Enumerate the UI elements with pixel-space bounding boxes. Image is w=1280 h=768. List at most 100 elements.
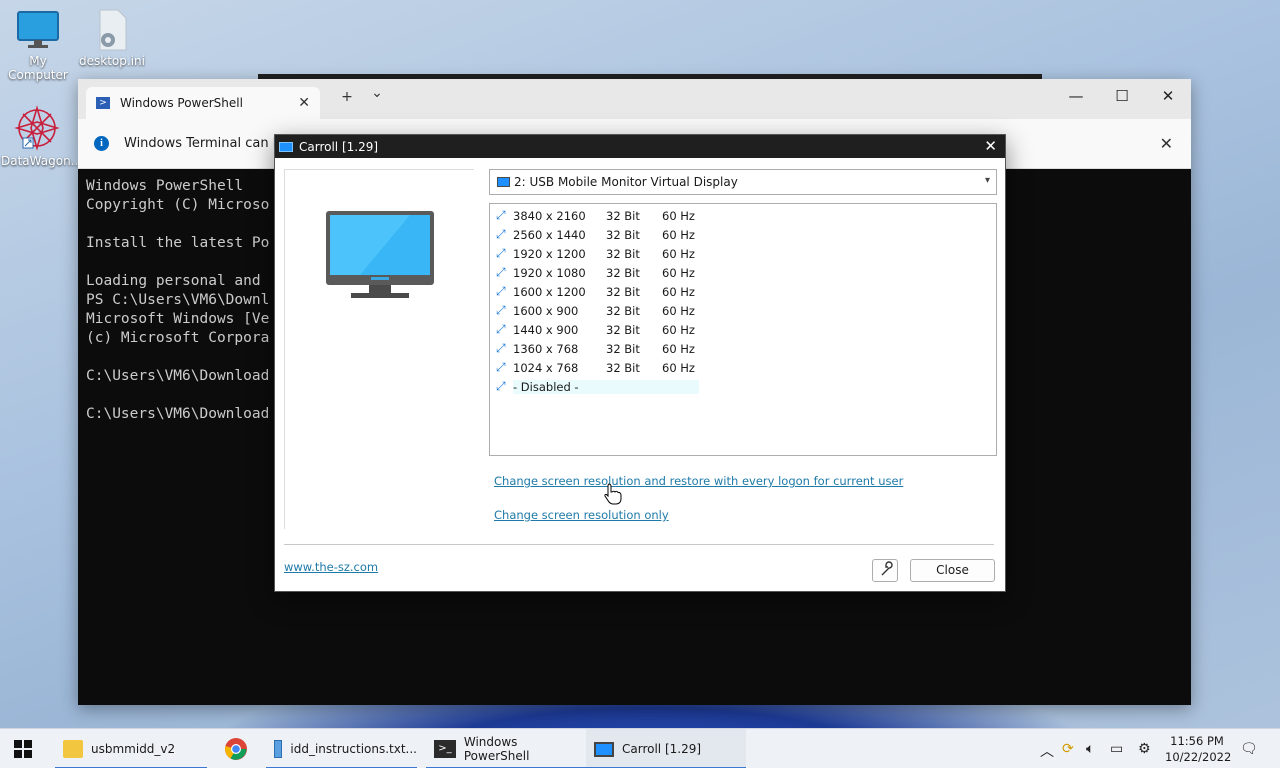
network-icon[interactable]: ▭	[1110, 741, 1123, 757]
color-depth-value: 32 Bit	[606, 227, 640, 242]
preview-pane	[284, 169, 474, 529]
powershell-icon: >	[96, 97, 110, 109]
resize-icon: ⤢	[496, 265, 506, 279]
settings-file-icon	[90, 8, 134, 52]
refresh-rate-value: 60 Hz	[662, 322, 695, 337]
resolution-value: 3840 x 2160	[513, 208, 586, 223]
window-close-button[interactable]: ✕	[1145, 87, 1191, 105]
resolution-row[interactable]: ⤢ 1440 x 900 32 Bit 60 Hz	[490, 320, 996, 339]
display-select-value: 2: USB Mobile Monitor Virtual Display	[514, 175, 738, 189]
resolution-row[interactable]: ⤢ 1360 x 768 32 Bit 60 Hz	[490, 339, 996, 358]
refresh-rate-value: 60 Hz	[662, 360, 695, 375]
resize-icon: ⤢	[496, 360, 506, 374]
taskbar-item-label: idd_instructions.txt...	[290, 742, 417, 756]
gear-icon[interactable]: ⚙	[1138, 741, 1151, 757]
desktop-icon-datawagon[interactable]: DataWagon...	[1, 104, 82, 168]
resolution-row[interactable]: ⤢ 1920 x 1080 32 Bit 60 Hz	[490, 263, 996, 282]
resolution-row[interactable]: ⤢ 3840 x 2160 32 Bit 60 Hz	[490, 206, 996, 225]
tab-label: Windows PowerShell	[120, 96, 243, 110]
resolution-value: 1600 x 900	[513, 303, 579, 318]
wrench-icon	[881, 561, 893, 576]
taskbar-item-label: Carroll [1.29]	[622, 742, 702, 756]
new-tab-button[interactable]: +	[335, 89, 359, 105]
desktop-icon-label: DataWagon...	[1, 154, 83, 168]
disabled-label: - Disabled -	[513, 379, 699, 394]
taskbar-item-label: usbmmidd_v2	[91, 742, 176, 756]
info-bar-text: Windows Terminal can b	[124, 136, 281, 151]
resize-icon: ⤢	[496, 227, 506, 241]
refresh-rate-value: 60 Hz	[662, 265, 695, 280]
resolution-row[interactable]: ⤢ 2560 x 1440 32 Bit 60 Hz	[490, 225, 996, 244]
clock-time: 11:56 PM	[1170, 734, 1224, 748]
resolution-value: 1440 x 900	[513, 322, 579, 337]
refresh-rate-value: 60 Hz	[662, 227, 695, 242]
sync-icon[interactable]: ⟳	[1062, 741, 1074, 757]
resolution-row[interactable]: ⤢ 1920 x 1200 32 Bit 60 Hz	[490, 244, 996, 263]
resolution-value: 1920 x 1080	[513, 265, 586, 280]
notification-icon[interactable]: 🗨︎	[1240, 741, 1258, 757]
taskbar: usbmmidd_v2 idd_instructions.txt... >_ W…	[0, 728, 1280, 768]
website-link[interactable]: www.the-sz.com	[284, 560, 378, 574]
tab-dropdown-button[interactable]: ⌄	[365, 85, 389, 101]
settings-button[interactable]	[872, 559, 898, 582]
resize-icon: ⤢	[496, 303, 506, 317]
refresh-rate-value: 60 Hz	[662, 208, 695, 223]
close-button[interactable]: Close	[910, 559, 995, 582]
terminal-titlebar[interactable]: > Windows PowerShell ✕ + ⌄ — ☐ ✕	[78, 79, 1191, 119]
refresh-rate-value: 60 Hz	[662, 303, 695, 318]
resolution-row[interactable]: ⤢ 1024 x 768 32 Bit 60 Hz	[490, 358, 996, 377]
volume-icon[interactable]: 🔈︎	[1086, 741, 1094, 757]
resolution-row[interactable]: ⤢ 1600 x 900 32 Bit 60 Hz	[490, 301, 996, 320]
taskbar-item-notepad[interactable]: idd_instructions.txt...	[266, 729, 417, 768]
maximize-button[interactable]: ☐	[1099, 87, 1145, 105]
resize-icon: ⤢	[496, 208, 506, 222]
color-depth-value: 32 Bit	[606, 208, 640, 223]
color-depth-value: 32 Bit	[606, 265, 640, 280]
tab-close-icon[interactable]: ✕	[298, 95, 310, 111]
taskbar-item-usbmmidd[interactable]: usbmmidd_v2	[55, 729, 207, 768]
desktop-icon-desktop-ini[interactable]: desktop.ini	[76, 8, 148, 68]
display-select[interactable]: 2: USB Mobile Monitor Virtual Display ▾	[489, 169, 997, 195]
minimize-button[interactable]: —	[1053, 87, 1099, 105]
chrome-icon	[225, 738, 247, 760]
desktop-icon-my-computer[interactable]: My Computer	[2, 8, 74, 82]
color-depth-value: 32 Bit	[606, 303, 640, 318]
change-resolution-only-link[interactable]: Change screen resolution only	[494, 508, 669, 522]
refresh-rate-value: 60 Hz	[662, 246, 695, 261]
taskbar-item-powershell[interactable]: >_ Windows PowerShell	[426, 729, 586, 768]
tab-windows-powershell[interactable]: > Windows PowerShell ✕	[86, 87, 320, 119]
resolution-value: 1360 x 768	[513, 341, 579, 356]
large-monitor-icon	[325, 210, 435, 303]
resolution-row-disabled[interactable]: ⤢ - Disabled -	[490, 377, 996, 396]
datawagon-logo-icon	[13, 104, 61, 152]
clock-date: 10/22/2022	[1165, 750, 1232, 764]
dialog-title: Carroll [1.29]	[299, 139, 379, 154]
show-hidden-icons-chevron-up-icon[interactable]: ︿	[1040, 741, 1054, 761]
system-clock[interactable]: 11:56 PM 10/22/2022	[1165, 733, 1232, 765]
info-icon: i	[94, 136, 109, 151]
taskbar-item-chrome[interactable]	[216, 729, 258, 768]
notepad-icon	[274, 740, 283, 758]
resolution-row[interactable]: ⤢ 1600 x 1200 32 Bit 60 Hz	[490, 282, 996, 301]
change-resolution-restore-link[interactable]: Change screen resolution and restore wit…	[494, 474, 903, 488]
taskbar-item-carroll[interactable]: Carroll [1.29]	[586, 729, 746, 768]
dialog-titlebar[interactable]: Carroll [1.29] ✕	[275, 135, 1005, 158]
desktop-icon-label: desktop.ini	[79, 54, 145, 68]
start-button[interactable]	[14, 740, 32, 761]
resize-icon: ⤢	[496, 379, 506, 393]
color-depth-value: 32 Bit	[606, 322, 640, 337]
resize-icon: ⤢	[496, 322, 506, 336]
chevron-down-icon: ▾	[984, 175, 990, 186]
color-depth-value: 32 Bit	[606, 246, 640, 261]
resize-icon: ⤢	[496, 284, 506, 298]
resolution-value: 1920 x 1200	[513, 246, 586, 261]
monitor-icon	[16, 8, 60, 52]
resize-icon: ⤢	[496, 246, 506, 260]
resolution-list[interactable]: ⤢ 3840 x 2160 32 Bit 60 Hz ⤢ 2560 x 1440 32 Bi…	[489, 203, 997, 456]
divider	[284, 544, 994, 545]
taskbar-item-label: Windows PowerShell	[463, 735, 530, 763]
info-bar-close-icon[interactable]: ✕	[1160, 134, 1173, 153]
display-icon	[594, 741, 614, 757]
dialog-close-icon[interactable]: ✕	[984, 137, 997, 155]
carroll-dialog: Carroll [1.29] ✕ 2: USB Mobile Monitor V…	[274, 134, 1006, 592]
